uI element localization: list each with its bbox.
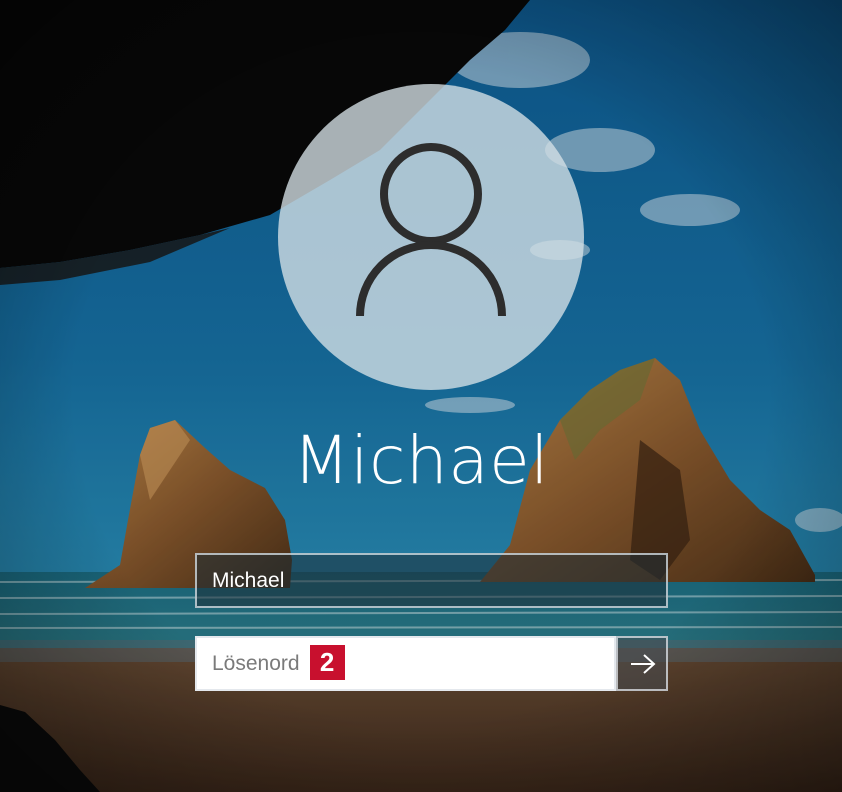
username-value: Michael (212, 569, 285, 592)
account-name: Michael (292, 422, 550, 499)
password-placeholder: Lösenord (212, 652, 300, 675)
submit-button[interactable] (616, 636, 668, 691)
sign-in-panel: Michael Michael Lösenord 2 (0, 0, 842, 792)
annotation-badge: 2 (309, 644, 345, 680)
user-avatar (278, 84, 584, 390)
arrow-right-icon (631, 654, 656, 674)
username-field[interactable]: Michael (195, 553, 668, 608)
password-field[interactable]: Lösenord 2 (195, 636, 616, 691)
user-silhouette-icon (356, 143, 506, 317)
